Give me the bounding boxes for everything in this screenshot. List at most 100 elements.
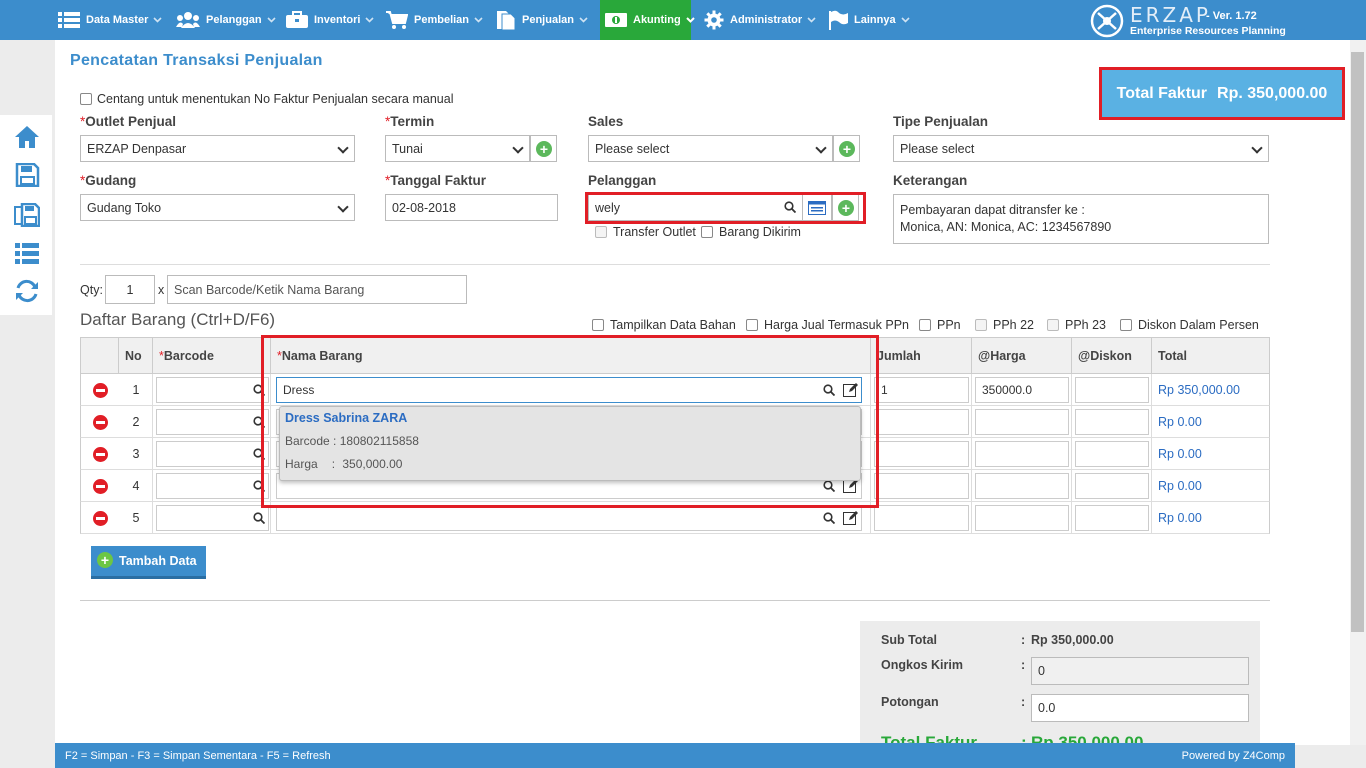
harga-input[interactable]: [975, 441, 1069, 467]
potongan-input[interactable]: 0.0: [1031, 694, 1249, 722]
jumlah-input[interactable]: [874, 473, 969, 499]
barang-dikirim-checkbox[interactable]: [701, 226, 713, 238]
harga-cell: [971, 470, 1071, 501]
pph23-checkbox[interactable]: [1047, 319, 1059, 331]
delete-row-icon[interactable]: [93, 415, 108, 430]
nav-label: Inventori: [314, 14, 361, 26]
jumlah-input[interactable]: 1: [874, 377, 969, 403]
delete-row-icon[interactable]: [93, 383, 108, 398]
col-no: No: [118, 338, 152, 373]
diskon-persen-checkbox[interactable]: [1120, 319, 1132, 331]
brand-logo[interactable]: ERZAP - Ver. 1.72 Enterprise Resources P…: [1090, 2, 1340, 38]
tipe-penjualan-select[interactable]: Please select: [893, 135, 1269, 162]
nav-administrator[interactable]: Administrator: [704, 0, 816, 40]
top-nav-bar: Data Master Pelanggan Inventori Pembelia…: [0, 0, 1366, 40]
gudang-select[interactable]: Gudang Toko: [80, 194, 355, 221]
nav-akunting[interactable]: Akunting: [600, 0, 695, 40]
potongan-label: Potongan: [881, 695, 939, 709]
nav-data-master[interactable]: Data Master: [58, 0, 162, 40]
colon: :: [1021, 695, 1026, 709]
delete-row-icon[interactable]: [93, 447, 108, 462]
list-icon[interactable]: [14, 241, 40, 265]
row-number: 3: [132, 447, 140, 461]
sales-select[interactable]: Please select: [588, 135, 833, 162]
diskon-cell: [1071, 438, 1151, 469]
nav-label: Pelanggan: [206, 14, 262, 26]
save-as-icon[interactable]: [14, 203, 40, 227]
manual-invoice-checkbox[interactable]: [80, 93, 92, 105]
nav-penjualan[interactable]: Penjualan: [496, 0, 588, 40]
manual-invoice-label: Centang untuk menentukan No Faktur Penju…: [97, 92, 454, 106]
home-icon[interactable]: [14, 125, 40, 149]
diskon-cell: [1071, 470, 1151, 501]
option-label: Diskon Dalam Persen: [1138, 318, 1259, 332]
money-icon: [605, 13, 627, 27]
termin-select[interactable]: Tunai: [385, 135, 530, 162]
keterangan-textarea[interactable]: Pembayaran dapat ditransfer ke : Monica,…: [893, 194, 1269, 244]
divider: [80, 264, 1270, 265]
nav-pembelian[interactable]: Pembelian: [386, 0, 483, 40]
termin-label: *Termin: [385, 114, 435, 129]
diskon-input[interactable]: [1075, 441, 1149, 467]
jumlah-input[interactable]: [874, 441, 969, 467]
colon: :: [1021, 658, 1026, 672]
scrollbar-thumb[interactable]: [1351, 52, 1364, 632]
harga-cell: 350000.0: [971, 374, 1071, 405]
diskon-input[interactable]: [1075, 505, 1149, 531]
save-icon[interactable]: [14, 163, 40, 187]
quick-action-bar: [0, 115, 52, 315]
jumlah-cell: 1: [870, 374, 971, 405]
delete-row-icon[interactable]: [93, 511, 108, 526]
jumlah-cell: [870, 470, 971, 501]
document-icon: [497, 11, 516, 30]
delete-row-icon[interactable]: [93, 479, 108, 494]
nav-lainnya[interactable]: Lainnya: [828, 0, 910, 40]
qty-input[interactable]: 1: [105, 275, 155, 304]
tanggal-faktur-label: *Tanggal Faktur: [385, 173, 487, 188]
diskon-input[interactable]: [1075, 377, 1149, 403]
diskon-input[interactable]: [1075, 409, 1149, 435]
harga-input[interactable]: [975, 473, 1069, 499]
flag-icon: [829, 10, 848, 30]
edit-icon[interactable]: [843, 510, 858, 525]
nav-pelanggan[interactable]: Pelanggan: [176, 0, 276, 40]
tambah-data-button[interactable]: + Tambah Data: [91, 546, 206, 576]
jumlah-cell: [870, 406, 971, 437]
search-icon[interactable]: [823, 512, 835, 524]
harga-input[interactable]: 350000.0: [975, 377, 1069, 403]
nav-inventori[interactable]: Inventori: [286, 0, 375, 40]
tampilkan-data-bahan-checkbox[interactable]: [592, 319, 604, 331]
total-faktur-label: Total Faktur: [1116, 84, 1208, 102]
harga-termasuk-ppn-checkbox[interactable]: [746, 319, 758, 331]
tanggal-faktur-input[interactable]: 02-08-2018: [385, 194, 558, 221]
scan-barcode-input[interactable]: Scan Barcode/Ketik Nama Barang: [167, 275, 467, 304]
nav-label: Lainnya: [854, 14, 896, 26]
pph22-checkbox[interactable]: [975, 319, 987, 331]
add-sales-button[interactable]: +: [833, 135, 860, 162]
harga-input[interactable]: [975, 409, 1069, 435]
list-icon: [58, 12, 80, 28]
chevron-down-icon: [685, 17, 695, 23]
add-termin-button[interactable]: +: [530, 135, 557, 162]
jumlah-input[interactable]: [874, 505, 969, 531]
search-icon[interactable]: [253, 512, 265, 524]
jumlah-input[interactable]: [874, 409, 969, 435]
ongkos-kirim-input[interactable]: 0: [1031, 657, 1249, 685]
chevron-down-icon: [365, 17, 375, 23]
harga-cell: [971, 406, 1071, 437]
diskon-input[interactable]: [1075, 473, 1149, 499]
cart-icon: [386, 11, 408, 29]
outlet-select[interactable]: ERZAP Denpasar: [80, 135, 355, 162]
harga-input[interactable]: [975, 505, 1069, 531]
ppn-checkbox[interactable]: [919, 319, 931, 331]
briefcase-icon: [286, 11, 308, 28]
nav-label: Pembelian: [414, 14, 470, 26]
item-highlight: [261, 335, 879, 508]
nama-barang-input[interactable]: [276, 505, 862, 531]
row-total: Rp 0.00: [1158, 415, 1202, 429]
keterangan-line-1: Pembayaran dapat ditransfer ke :: [900, 203, 1085, 217]
ongkos-kirim-label: Ongkos Kirim: [881, 658, 963, 672]
refresh-icon[interactable]: [14, 279, 40, 303]
transfer-outlet-checkbox[interactable]: [595, 226, 607, 238]
qty-label: Qty:: [80, 283, 103, 297]
